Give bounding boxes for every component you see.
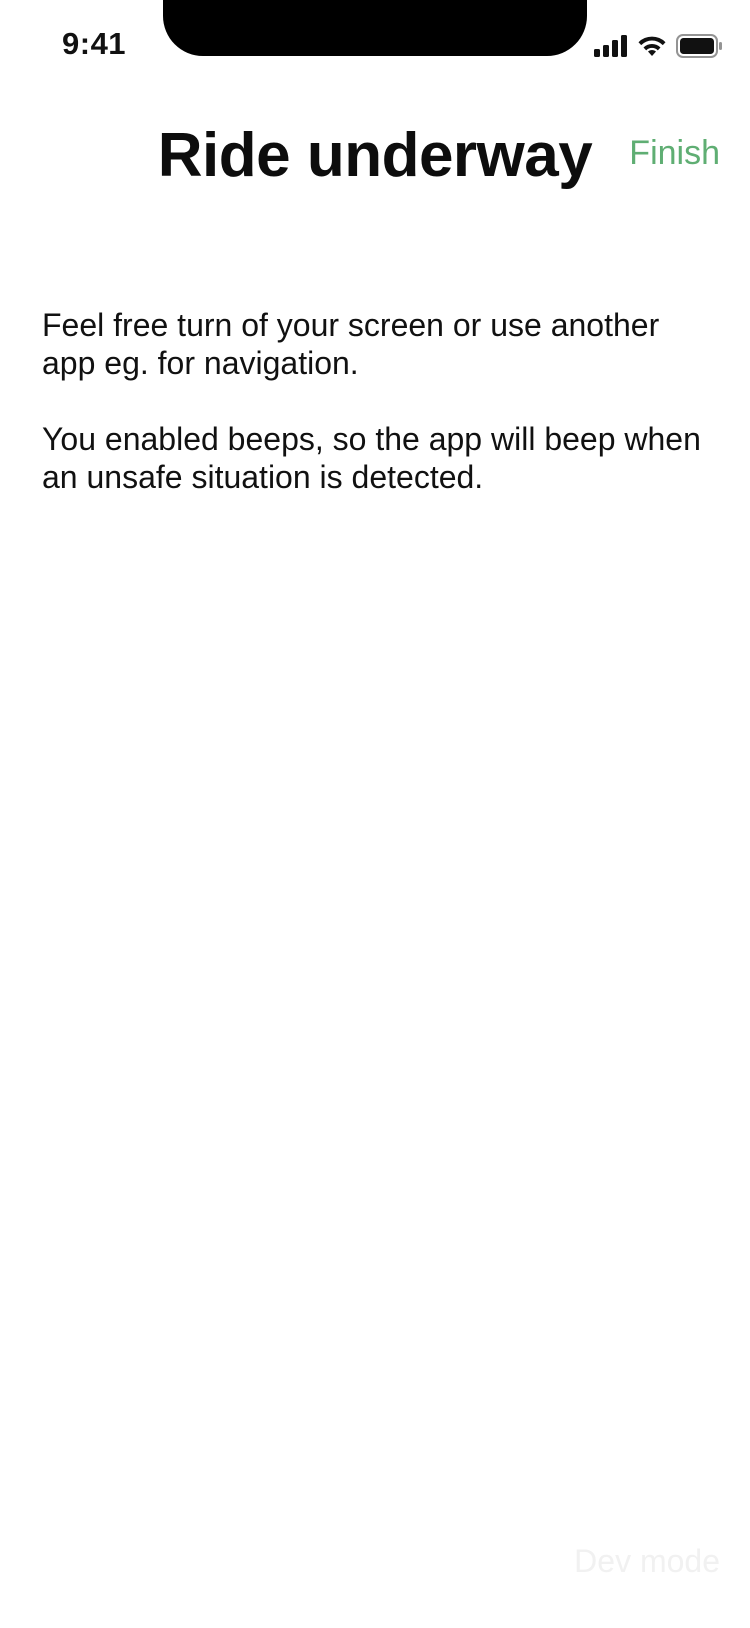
info-paragraph-screen: Feel free turn of your screen or use ano… <box>42 307 660 381</box>
cellular-signal-icon <box>594 35 628 62</box>
ride-info-text: Feel free turn of your screen or use ano… <box>42 306 702 534</box>
status-icons <box>594 34 722 63</box>
wifi-icon <box>637 35 667 62</box>
status-time: 9:41 <box>62 26 127 61</box>
finish-button[interactable]: Finish <box>629 134 720 173</box>
status-bar: 9:41 <box>0 0 750 90</box>
device-notch <box>163 0 587 56</box>
battery-icon <box>676 34 722 63</box>
dev-mode-button[interactable]: Dev mode <box>574 1543 720 1580</box>
info-paragraph-beeps: You enabled beeps, so the app will beep … <box>42 421 701 495</box>
